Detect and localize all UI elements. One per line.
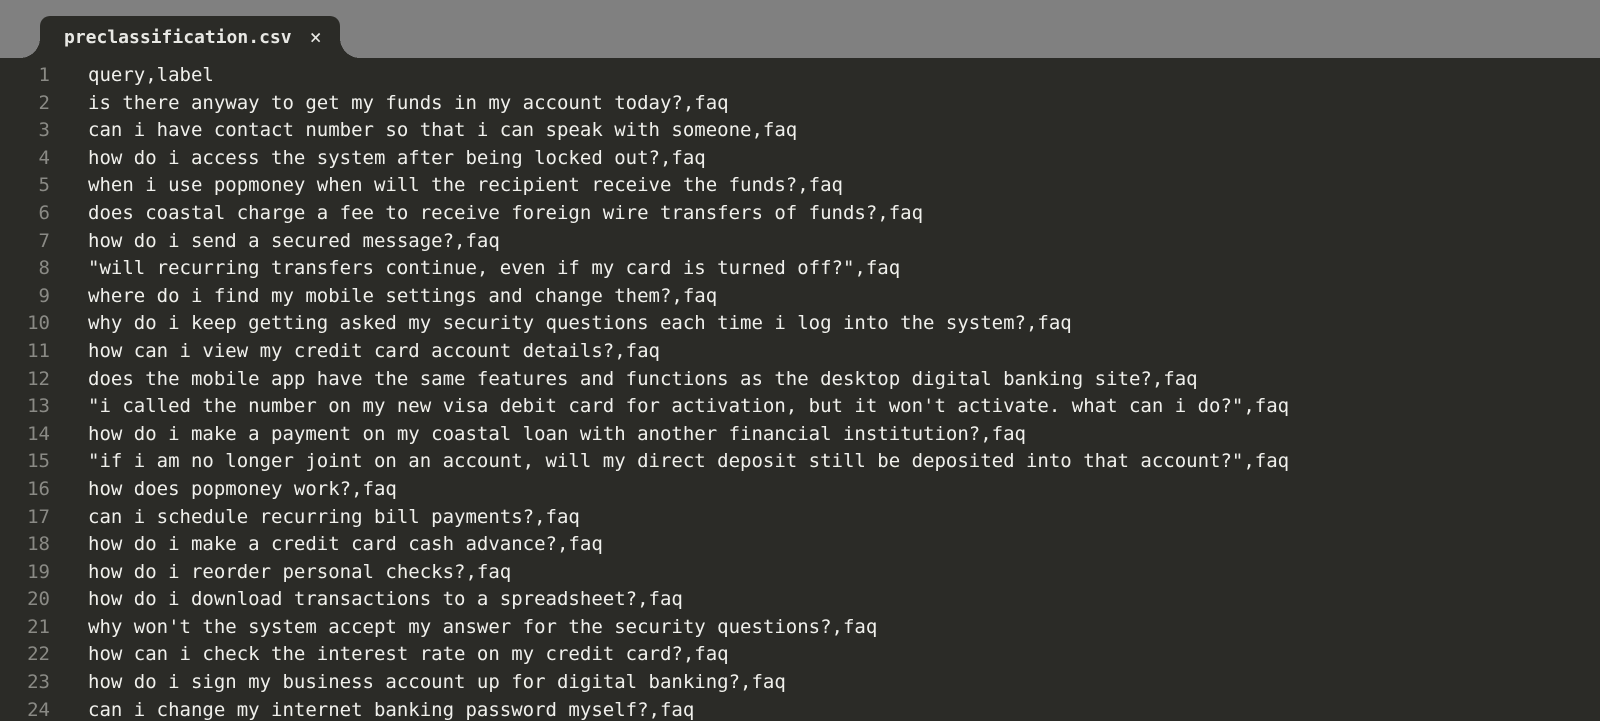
editor-area[interactable]: 123456789101112131415161718192021222324 … bbox=[0, 58, 1600, 721]
editor-line[interactable]: does coastal charge a fee to receive for… bbox=[88, 200, 1600, 228]
line-number: 4 bbox=[0, 145, 60, 173]
line-number: 11 bbox=[0, 338, 60, 366]
line-number: 6 bbox=[0, 200, 60, 228]
line-number: 8 bbox=[0, 255, 60, 283]
editor-line[interactable]: when i use popmoney when will the recipi… bbox=[88, 172, 1600, 200]
editor-line[interactable]: how do i make a payment on my coastal lo… bbox=[88, 421, 1600, 449]
editor-line[interactable]: "will recurring transfers continue, even… bbox=[88, 255, 1600, 283]
editor-line[interactable]: can i change my internet banking passwor… bbox=[88, 697, 1600, 721]
editor-line[interactable]: how do i make a credit card cash advance… bbox=[88, 531, 1600, 559]
editor-line[interactable]: how does popmoney work?,faq bbox=[88, 476, 1600, 504]
line-number: 23 bbox=[0, 669, 60, 697]
tab-filename: preclassification.csv bbox=[64, 27, 292, 48]
editor-line[interactable]: where do i find my mobile settings and c… bbox=[88, 283, 1600, 311]
line-number: 17 bbox=[0, 504, 60, 532]
editor-content[interactable]: query,labelis there anyway to get my fun… bbox=[60, 58, 1600, 721]
line-number: 2 bbox=[0, 90, 60, 118]
file-tab[interactable]: preclassification.csv × bbox=[40, 16, 340, 58]
editor-line[interactable]: how do i reorder personal checks?,faq bbox=[88, 559, 1600, 587]
editor-line[interactable]: how do i download transactions to a spre… bbox=[88, 586, 1600, 614]
line-number: 22 bbox=[0, 641, 60, 669]
close-icon[interactable]: × bbox=[310, 27, 322, 47]
editor-line[interactable]: "if i am no longer joint on an account, … bbox=[88, 448, 1600, 476]
editor-line[interactable]: can i have contact number so that i can … bbox=[88, 117, 1600, 145]
line-number: 15 bbox=[0, 448, 60, 476]
editor-line[interactable]: why do i keep getting asked my security … bbox=[88, 310, 1600, 338]
editor-line[interactable]: does the mobile app have the same featur… bbox=[88, 366, 1600, 394]
line-number: 10 bbox=[0, 310, 60, 338]
editor-line[interactable]: how do i sign my business account up for… bbox=[88, 669, 1600, 697]
editor-line[interactable]: how can i view my credit card account de… bbox=[88, 338, 1600, 366]
editor-line[interactable]: how can i check the interest rate on my … bbox=[88, 641, 1600, 669]
line-number: 20 bbox=[0, 586, 60, 614]
line-number: 16 bbox=[0, 476, 60, 504]
editor-line[interactable]: "i called the number on my new visa debi… bbox=[88, 393, 1600, 421]
line-number: 5 bbox=[0, 172, 60, 200]
line-number: 13 bbox=[0, 393, 60, 421]
editor-line[interactable]: how do i send a secured message?,faq bbox=[88, 228, 1600, 256]
line-number-gutter: 123456789101112131415161718192021222324 bbox=[0, 58, 60, 721]
line-number: 24 bbox=[0, 697, 60, 721]
line-number: 3 bbox=[0, 117, 60, 145]
line-number: 18 bbox=[0, 531, 60, 559]
line-number: 21 bbox=[0, 614, 60, 642]
line-number: 1 bbox=[0, 62, 60, 90]
line-number: 12 bbox=[0, 366, 60, 394]
line-number: 19 bbox=[0, 559, 60, 587]
line-number: 7 bbox=[0, 228, 60, 256]
line-number: 14 bbox=[0, 421, 60, 449]
editor-line[interactable]: why won't the system accept my answer fo… bbox=[88, 614, 1600, 642]
editor-line[interactable]: is there anyway to get my funds in my ac… bbox=[88, 90, 1600, 118]
editor-line[interactable]: can i schedule recurring bill payments?,… bbox=[88, 504, 1600, 532]
editor-line[interactable]: how do i access the system after being l… bbox=[88, 145, 1600, 173]
line-number: 9 bbox=[0, 283, 60, 311]
editor-line[interactable]: query,label bbox=[88, 62, 1600, 90]
tab-bar: preclassification.csv × bbox=[0, 0, 1600, 58]
